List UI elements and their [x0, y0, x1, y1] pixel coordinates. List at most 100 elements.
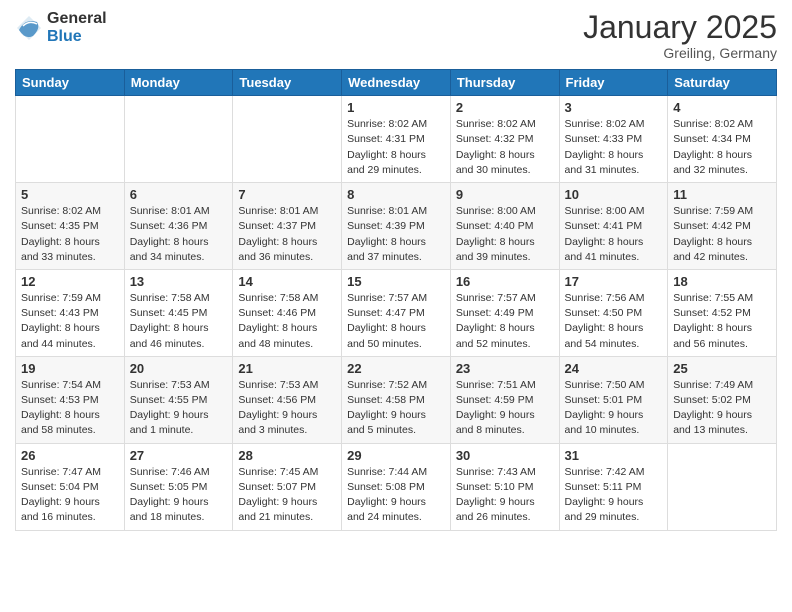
day-info: Sunrise: 8:01 AMSunset: 4:36 PMDaylight:… — [130, 204, 228, 265]
month-title: January 2025 — [583, 10, 777, 45]
day-number: 27 — [130, 448, 228, 463]
day-number: 17 — [565, 274, 663, 289]
day-info: Sunrise: 7:56 AMSunset: 4:50 PMDaylight:… — [565, 291, 663, 352]
calendar-cell: 11Sunrise: 7:59 AMSunset: 4:42 PMDayligh… — [668, 183, 777, 270]
day-info: Sunrise: 8:01 AMSunset: 4:37 PMDaylight:… — [238, 204, 336, 265]
calendar-cell: 15 Sunrise: 7:57 AMSunset: 4:47 PMDayligh… — [342, 269, 451, 356]
calendar-cell: 5Sunrise: 8:02 AMSunset: 4:35 PMDaylight… — [16, 183, 125, 270]
logo-text: General Blue — [47, 10, 107, 45]
day-info: Sunrise: 7:54 AMSunset: 4:53 PMDaylight:… — [21, 378, 119, 439]
day-number: 20 — [130, 361, 228, 376]
day-number: 12 — [21, 274, 119, 289]
header-right: January 2025 Greiling, Germany — [583, 10, 777, 61]
calendar: SundayMondayTuesdayWednesdayThursdayFrid… — [15, 69, 777, 530]
calendar-cell — [16, 96, 125, 183]
day-number: 23 — [456, 361, 554, 376]
calendar-cell: 8 Sunrise: 8:01 AMSunset: 4:39 PMDaylight… — [342, 183, 451, 270]
calendar-cell: 22 Sunrise: 7:52 AMSunset: 4:58 PMDayligh… — [342, 356, 451, 443]
day-info: Sunrise: 7:59 AMSunset: 4:43 PMDaylight:… — [21, 291, 119, 352]
day-number: 1 — [347, 100, 445, 115]
day-number: 15 — [347, 274, 445, 289]
day-info: Sunrise: 8:00 AMSunset: 4:40 PMDaylight:… — [456, 204, 554, 265]
calendar-cell: 12 Sunrise: 7:59 AMSunset: 4:43 PMDayligh… — [16, 269, 125, 356]
day-number: 28 — [238, 448, 336, 463]
calendar-cell: 17 Sunrise: 7:56 AMSunset: 4:50 PMDayligh… — [559, 269, 668, 356]
day-info: Sunrise: 7:44 AMSunset: 5:08 PMDaylight:… — [347, 465, 445, 526]
day-info: Sunrise: 7:53 AMSunset: 4:55 PMDaylight:… — [130, 378, 228, 439]
calendar-week-row: 12 Sunrise: 7:59 AMSunset: 4:43 PMDayligh… — [16, 269, 777, 356]
calendar-day-header: Wednesday — [342, 70, 451, 96]
day-number: 6 — [130, 187, 228, 202]
day-number: 3 — [565, 100, 663, 115]
calendar-cell: 24 Sunrise: 7:50 AMSunset: 5:01 PMDayligh… — [559, 356, 668, 443]
day-number: 30 — [456, 448, 554, 463]
calendar-week-row: 1 Sunrise: 8:02 AMSunset: 4:31 PMDaylight… — [16, 96, 777, 183]
day-info: Sunrise: 7:57 AMSunset: 4:47 PMDaylight:… — [347, 291, 445, 352]
calendar-cell: 19 Sunrise: 7:54 AMSunset: 4:53 PMDayligh… — [16, 356, 125, 443]
calendar-cell: 2Sunrise: 8:02 AMSunset: 4:32 PMDaylight… — [450, 96, 559, 183]
calendar-day-header: Monday — [124, 70, 233, 96]
calendar-cell: 31 Sunrise: 7:42 AMSunset: 5:11 PMDayligh… — [559, 443, 668, 530]
day-info: Sunrise: 7:46 AMSunset: 5:05 PMDaylight:… — [130, 465, 228, 526]
day-number: 18 — [673, 274, 771, 289]
calendar-cell: 27 Sunrise: 7:46 AMSunset: 5:05 PMDayligh… — [124, 443, 233, 530]
calendar-cell: 3Sunrise: 8:02 AMSunset: 4:33 PMDaylight… — [559, 96, 668, 183]
day-info: Sunrise: 8:00 AMSunset: 4:41 PMDaylight:… — [565, 204, 663, 265]
calendar-day-header: Sunday — [16, 70, 125, 96]
day-info: Sunrise: 7:43 AMSunset: 5:10 PMDaylight:… — [456, 465, 554, 526]
day-number: 25 — [673, 361, 771, 376]
day-number: 24 — [565, 361, 663, 376]
calendar-cell: 10Sunrise: 8:00 AMSunset: 4:41 PMDayligh… — [559, 183, 668, 270]
day-info: Sunrise: 7:42 AMSunset: 5:11 PMDaylight:… — [565, 465, 663, 526]
calendar-cell: 16Sunrise: 7:57 AMSunset: 4:49 PMDayligh… — [450, 269, 559, 356]
calendar-cell: 23 Sunrise: 7:51 AMSunset: 4:59 PMDayligh… — [450, 356, 559, 443]
day-number: 16 — [456, 274, 554, 289]
day-number: 13 — [130, 274, 228, 289]
calendar-cell: 25 Sunrise: 7:49 AMSunset: 5:02 PMDayligh… — [668, 356, 777, 443]
calendar-cell: 7Sunrise: 8:01 AMSunset: 4:37 PMDaylight… — [233, 183, 342, 270]
calendar-day-header: Tuesday — [233, 70, 342, 96]
calendar-cell: 9 Sunrise: 8:00 AMSunset: 4:40 PMDaylight… — [450, 183, 559, 270]
calendar-cell: 4 Sunrise: 8:02 AMSunset: 4:34 PMDaylight… — [668, 96, 777, 183]
calendar-cell — [124, 96, 233, 183]
calendar-cell: 6 Sunrise: 8:01 AMSunset: 4:36 PMDaylight… — [124, 183, 233, 270]
day-info: Sunrise: 7:51 AMSunset: 4:59 PMDaylight:… — [456, 378, 554, 439]
day-info: Sunrise: 7:50 AMSunset: 5:01 PMDaylight:… — [565, 378, 663, 439]
day-number: 29 — [347, 448, 445, 463]
calendar-cell: 13 Sunrise: 7:58 AMSunset: 4:45 PMDayligh… — [124, 269, 233, 356]
calendar-day-header: Saturday — [668, 70, 777, 96]
day-number: 31 — [565, 448, 663, 463]
day-number: 4 — [673, 100, 771, 115]
day-info: Sunrise: 8:01 AMSunset: 4:39 PMDaylight:… — [347, 204, 445, 265]
day-info: Sunrise: 8:02 AMSunset: 4:35 PMDaylight:… — [21, 204, 119, 265]
calendar-cell: 28 Sunrise: 7:45 AMSunset: 5:07 PMDayligh… — [233, 443, 342, 530]
day-number: 21 — [238, 361, 336, 376]
day-info: Sunrise: 8:02 AMSunset: 4:34 PMDaylight:… — [673, 117, 771, 178]
calendar-week-row: 5Sunrise: 8:02 AMSunset: 4:35 PMDaylight… — [16, 183, 777, 270]
calendar-week-row: 19 Sunrise: 7:54 AMSunset: 4:53 PMDayligh… — [16, 356, 777, 443]
calendar-day-header: Friday — [559, 70, 668, 96]
day-info: Sunrise: 7:45 AMSunset: 5:07 PMDaylight:… — [238, 465, 336, 526]
day-info: Sunrise: 7:58 AMSunset: 4:46 PMDaylight:… — [238, 291, 336, 352]
day-number: 26 — [21, 448, 119, 463]
day-number: 22 — [347, 361, 445, 376]
logo-icon — [15, 14, 43, 42]
location: Greiling, Germany — [583, 45, 777, 61]
day-info: Sunrise: 8:02 AMSunset: 4:31 PMDaylight:… — [347, 117, 445, 178]
day-info: Sunrise: 7:52 AMSunset: 4:58 PMDaylight:… — [347, 378, 445, 439]
day-number: 2 — [456, 100, 554, 115]
day-number: 9 — [456, 187, 554, 202]
calendar-cell: 1 Sunrise: 8:02 AMSunset: 4:31 PMDaylight… — [342, 96, 451, 183]
day-number: 19 — [21, 361, 119, 376]
calendar-cell — [668, 443, 777, 530]
day-info: Sunrise: 7:58 AMSunset: 4:45 PMDaylight:… — [130, 291, 228, 352]
calendar-cell: 30 Sunrise: 7:43 AMSunset: 5:10 PMDayligh… — [450, 443, 559, 530]
day-info: Sunrise: 7:55 AMSunset: 4:52 PMDaylight:… — [673, 291, 771, 352]
calendar-week-row: 26 Sunrise: 7:47 AMSunset: 5:04 PMDayligh… — [16, 443, 777, 530]
day-number: 8 — [347, 187, 445, 202]
day-info: Sunrise: 7:49 AMSunset: 5:02 PMDaylight:… — [673, 378, 771, 439]
calendar-header-row: SundayMondayTuesdayWednesdayThursdayFrid… — [16, 70, 777, 96]
day-info: Sunrise: 7:47 AMSunset: 5:04 PMDaylight:… — [21, 465, 119, 526]
logo: General Blue — [15, 10, 107, 45]
day-number: 14 — [238, 274, 336, 289]
